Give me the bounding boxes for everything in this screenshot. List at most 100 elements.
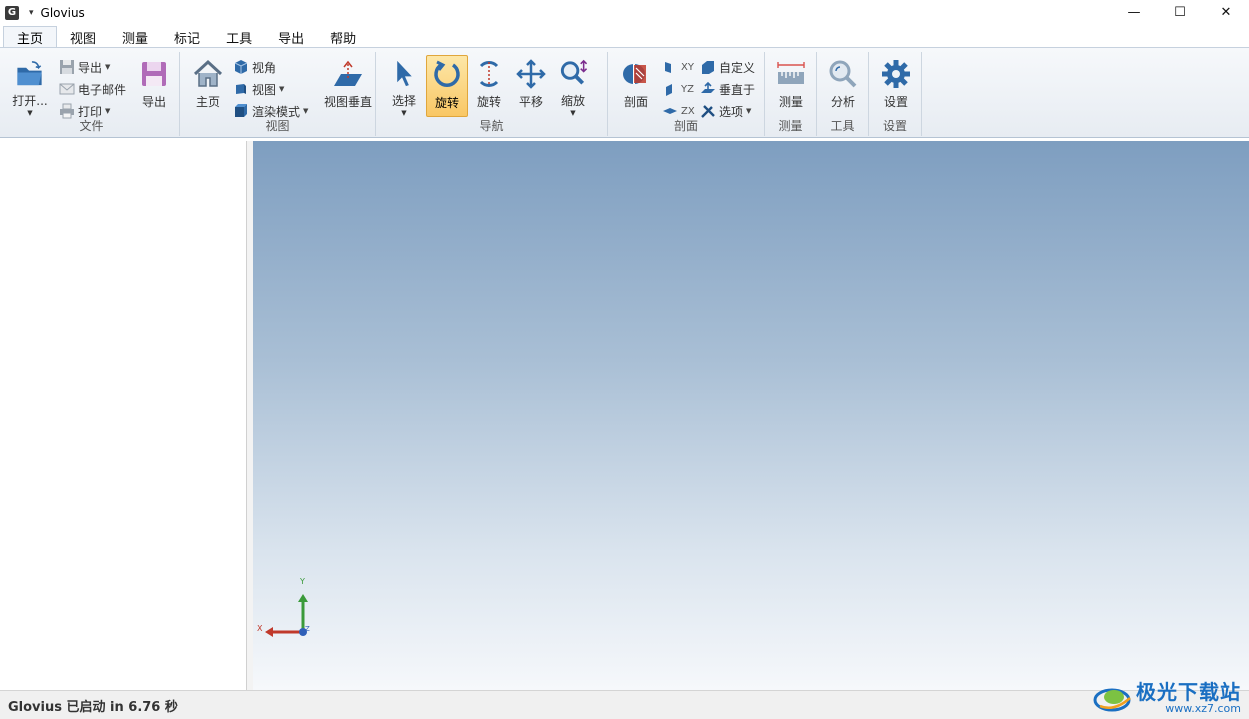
quick-access-dropdown-icon[interactable]: ▾ [29, 8, 34, 18]
rotate-active-button[interactable]: 旋转 [426, 55, 468, 117]
tab-measure[interactable]: 测量 [109, 26, 161, 48]
axis-x-label: X [257, 624, 263, 633]
rotate-active-label: 旋转 [434, 96, 459, 110]
view-normal-label: 视图垂直 [324, 95, 373, 109]
rotate-icon [434, 60, 460, 87]
cube-icon [234, 60, 248, 74]
custom-plane-icon [702, 61, 714, 74]
view-normal-icon [334, 60, 362, 86]
move-arrows-icon [516, 59, 546, 89]
minimize-button[interactable]: — [1111, 0, 1157, 25]
group-view: 主页 视角 视图 ▼ 渲染模式 ▼ 视图垂直 视图 [180, 52, 376, 136]
perpendicular-button[interactable]: 垂直于 [700, 79, 755, 99]
analyze-magnifier-icon [829, 60, 857, 88]
watermark: 极光下载站 www.xz7.com [1092, 681, 1241, 715]
perpendicular-plane-icon [701, 81, 715, 93]
settings-button[interactable]: 设置 [876, 55, 916, 117]
close-button[interactable]: ✕ [1203, 0, 1249, 25]
home-view-button[interactable]: 主页 [188, 55, 228, 117]
save-disk-icon [60, 60, 74, 74]
gear-icon [882, 60, 910, 88]
open-folder-icon [17, 61, 42, 86]
select-button[interactable]: 选择 ▼ [384, 55, 424, 117]
group-label-settings: 设置 [882, 119, 907, 133]
group-measure: 测量 测量 [765, 52, 817, 136]
section-cut-icon [623, 64, 646, 84]
plane-yz-icon [666, 84, 672, 96]
watermark-url: www.xz7.com [1165, 702, 1241, 715]
3d-viewport[interactable]: Y X Z [253, 141, 1249, 690]
open-button[interactable]: 打开... ▼ [10, 55, 50, 117]
status-text: Glovius 已启动 in 6.76 秒 [8, 699, 178, 715]
select-label: 选择 [391, 94, 416, 108]
zoom-button[interactable]: 缩放 ▼ [553, 55, 593, 117]
model-tree-panel[interactable] [0, 141, 248, 690]
tab-markup[interactable]: 标记 [161, 26, 213, 48]
open-dropdown-icon: ▼ [27, 109, 33, 117]
tab-help[interactable]: 帮助 [317, 26, 369, 48]
view-normal-button[interactable]: 视图垂直 [324, 55, 372, 117]
group-tools: 分析 工具 [817, 52, 869, 136]
plane-xy-icon [665, 62, 671, 73]
analyze-button[interactable]: 分析 [823, 55, 863, 117]
group-file: 打开... ▼ 导出 ▼ 电子邮件 打印 ▼ 导出 文件 [4, 52, 180, 136]
zoom-dropdown-icon: ▼ [570, 109, 576, 117]
maximize-button[interactable]: ☐ [1157, 0, 1203, 25]
pan-button[interactable]: 平移 [511, 55, 551, 117]
zoom-label: 缩放 [560, 94, 585, 108]
tab-tools[interactable]: 工具 [213, 26, 265, 48]
tab-view[interactable]: 视图 [57, 26, 109, 48]
chevron-down-icon: ▼ [303, 107, 309, 115]
analyze-label: 分析 [830, 95, 855, 109]
email-label: 电子邮件 [78, 82, 127, 97]
panel-splitter[interactable] [246, 141, 253, 690]
cursor-arrow-icon [397, 60, 412, 87]
group-settings: 设置 设置 [869, 52, 922, 136]
chevron-down-icon: ▼ [105, 107, 111, 115]
section-button[interactable]: 剖面 [616, 55, 656, 117]
home-icon [193, 59, 223, 87]
group-label-file: 文件 [79, 119, 104, 133]
save-disk-icon [142, 62, 166, 86]
view-angle-button[interactable]: 视角 [233, 57, 276, 77]
home-view-label: 主页 [195, 95, 220, 109]
view-dropdown-button[interactable]: 视图 ▼ [233, 79, 284, 99]
settings-label: 设置 [883, 95, 908, 109]
tab-home[interactable]: 主页 [3, 26, 58, 48]
select-dropdown-icon: ▼ [401, 109, 407, 117]
axis-triad: Y X Z [257, 577, 310, 637]
section-label: 剖面 [623, 95, 648, 109]
rotate-label: 旋转 [476, 95, 501, 109]
watermark-name: 极光下载站 [1136, 680, 1241, 704]
group-label-tools: 工具 [830, 119, 855, 133]
section-xy-label: XY [681, 61, 694, 73]
rotate-button[interactable]: 旋转 [469, 55, 509, 117]
export-small-button[interactable]: 导出 ▼ [59, 57, 110, 77]
pan-label: 平移 [518, 95, 543, 109]
rotate-axis-icon [479, 61, 499, 87]
measure-button[interactable]: 测量 [771, 55, 811, 117]
ribbon: 打开... ▼ 导出 ▼ 电子邮件 打印 ▼ 导出 文件 主页 视角 视图 ▼ … [0, 47, 1249, 138]
app-icon[interactable]: G [5, 5, 19, 20]
view-angle-label: 视角 [252, 60, 277, 75]
group-label-view: 视图 [265, 119, 290, 133]
email-icon [59, 83, 75, 95]
ruler-icon [777, 62, 805, 84]
measure-label: 测量 [778, 95, 803, 109]
section-xy-button[interactable]: XY [662, 57, 694, 77]
title-bar: G ▾ Glovius — ☐ ✕ [0, 0, 1249, 25]
export-small-label: 导出 [78, 60, 103, 75]
export-button[interactable]: 导出 [134, 55, 174, 117]
perpendicular-label: 垂直于 [719, 82, 756, 97]
custom-section-label: 自定义 [719, 60, 756, 75]
watermark-logo-icon [1093, 688, 1131, 712]
cube-icon [236, 84, 246, 94]
status-bar: Glovius 已启动 in 6.76 秒 [0, 690, 1249, 719]
section-yz-label: YZ [681, 83, 694, 95]
tab-export[interactable]: 导出 [265, 26, 317, 48]
custom-section-button[interactable]: 自定义 [700, 57, 755, 77]
zoom-magnifier-icon [560, 59, 588, 85]
chevron-down-icon: ▼ [279, 85, 285, 93]
section-yz-button[interactable]: YZ [662, 79, 694, 99]
email-button[interactable]: 电子邮件 [59, 79, 126, 99]
